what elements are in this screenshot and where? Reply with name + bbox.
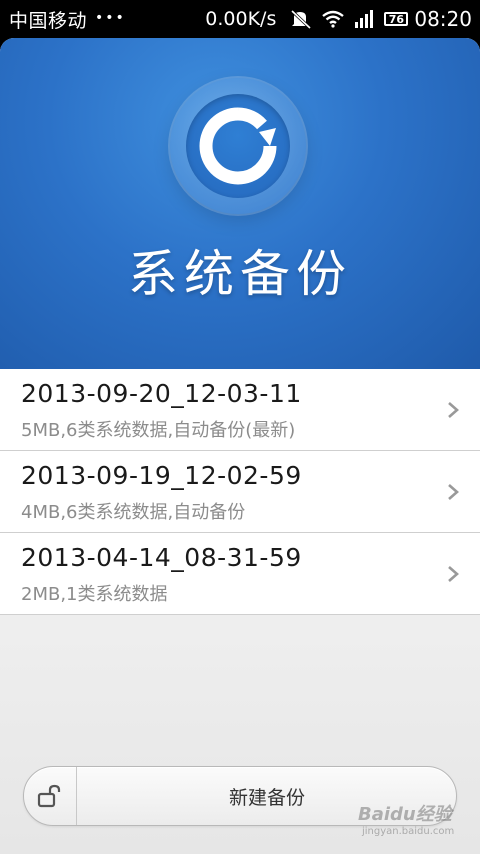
- chevron-right-icon: [448, 484, 459, 500]
- backup-detail: 5MB,6类系统数据,自动备份(最新): [21, 420, 296, 441]
- battery-level: 76: [388, 12, 405, 26]
- watermark-logo-text: Baidu经验: [358, 804, 452, 825]
- watermark-url: jingyan.baidu.com: [362, 826, 455, 837]
- backup-restore-icon: [170, 78, 306, 214]
- baidu-watermark: Baidu经验 jingyan.baidu.com: [358, 800, 476, 846]
- backup-item[interactable]: 2013-04-14_08-31-59 2MB,1类系统数据: [0, 533, 480, 615]
- notification-dots: •••: [95, 10, 126, 26]
- chevron-right-icon: [448, 402, 459, 418]
- backup-name: 2013-09-20_12-03-11: [21, 379, 302, 408]
- unlock-icon: [37, 784, 61, 808]
- lock-button[interactable]: [24, 767, 76, 825]
- status-bar: 中国移动 ••• 0.00K/s 76 08:20: [0, 0, 480, 38]
- wifi-icon: [322, 10, 345, 28]
- clock: 08:20: [414, 7, 472, 31]
- header-banner: 系统备份: [0, 38, 480, 369]
- restore-arrow-icon: [199, 107, 277, 185]
- battery-icon: 76: [384, 12, 409, 26]
- backup-item[interactable]: 2013-09-20_12-03-11 5MB,6类系统数据,自动备份(最新): [0, 369, 480, 451]
- backup-detail: 4MB,6类系统数据,自动备份: [21, 502, 246, 523]
- backup-name: 2013-04-14_08-31-59: [21, 543, 302, 572]
- carrier-label: 中国移动: [9, 9, 88, 32]
- signal-icon: [354, 10, 374, 28]
- backup-app: 系统备份 2013-09-20_12-03-11 5MB,6类系统数据,自动备份…: [0, 38, 480, 854]
- mute-icon: [290, 9, 312, 29]
- chevron-right-icon: [448, 566, 459, 582]
- page-title: 系统备份: [128, 245, 352, 303]
- network-speed: 0.00K/s: [205, 8, 277, 30]
- backup-list: 2013-09-20_12-03-11 5MB,6类系统数据,自动备份(最新) …: [0, 369, 480, 615]
- phone-screen: 中国移动 ••• 0.00K/s 76 08:20 系统备份 2013-09-2…: [0, 0, 480, 854]
- backup-name: 2013-09-19_12-02-59: [21, 461, 302, 490]
- backup-detail: 2MB,1类系统数据: [21, 584, 168, 605]
- backup-item[interactable]: 2013-09-19_12-02-59 4MB,6类系统数据,自动备份: [0, 451, 480, 533]
